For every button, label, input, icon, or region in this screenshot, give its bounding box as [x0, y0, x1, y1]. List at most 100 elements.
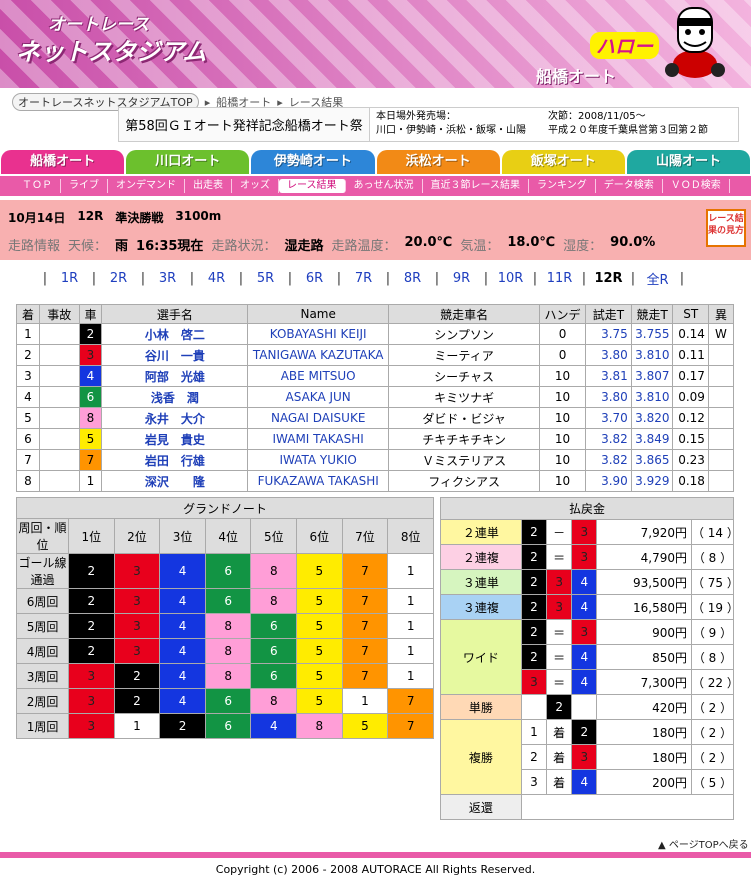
corner-label: 周回・順位: [15, 518, 70, 554]
rider-name[interactable]: 阿部 光雄: [101, 365, 249, 387]
start-timing: 0.12: [672, 407, 709, 429]
note: W: [707, 323, 735, 345]
finish-position: 7: [16, 449, 40, 471]
nav-separator: |: [385, 270, 391, 286]
race-link[interactable]: 3R: [150, 271, 185, 286]
race-link[interactable]: 9R: [444, 271, 479, 286]
subnav-item[interactable]: 出走表: [185, 179, 232, 193]
payout-amount: 7,300円: [596, 669, 692, 695]
race-link[interactable]: 7R: [346, 271, 381, 286]
venue-tab[interactable]: 山陽オート: [626, 150, 751, 174]
nav-separator: |: [91, 270, 97, 286]
car-cell: 7: [387, 688, 434, 714]
car-cell: 2: [520, 569, 548, 595]
nav-separator: |: [532, 270, 538, 286]
car-cell: 7: [341, 663, 389, 689]
subnav-item[interactable]: ランキング: [529, 179, 596, 193]
race-time: 3.810: [630, 344, 674, 366]
race-link[interactable]: 10R: [493, 271, 528, 286]
bike-name: キミツナギ: [388, 386, 541, 408]
column-header: 着: [16, 304, 40, 324]
car-cell: 2: [520, 519, 548, 545]
copyright: Copyright (c) 2006 - 2008 AUTORACE All R…: [215, 863, 536, 876]
payout-row-wide: ワイド 2 ＝ 3 900円 （ 9 ）: [440, 619, 735, 695]
race-time: 3.929: [630, 470, 674, 492]
condition-label: 走路温度：: [331, 239, 397, 254]
venue-tab[interactable]: 船橋オート: [1, 150, 125, 174]
nav-separator: |: [581, 270, 587, 286]
venue-tab[interactable]: 川口オート: [126, 150, 250, 174]
site-logo[interactable]: オートレース ネットスタジアム: [8, 6, 213, 66]
rider-name[interactable]: 小林 啓二: [101, 323, 249, 345]
rider-name[interactable]: 谷川 一貴: [101, 344, 249, 366]
condition-value: 90.0%: [610, 235, 656, 250]
car-cell: 4: [571, 769, 598, 795]
rider-name[interactable]: 岩田 行雄: [101, 449, 249, 471]
rider-name[interactable]: 深沢 隆: [101, 470, 249, 492]
position-header: 1位: [68, 518, 115, 554]
subnav-item[interactable]: オッズ: [232, 179, 279, 193]
car-cell: 3: [68, 688, 115, 714]
result-guide-button[interactable]: レース結果の見方: [706, 209, 746, 247]
race-time: 3.865: [630, 449, 674, 471]
rider-name[interactable]: 浅香 潤: [101, 386, 249, 408]
note: [707, 344, 735, 366]
finish-position: 3: [16, 365, 40, 387]
place-unit: 着: [546, 744, 573, 770]
race-link[interactable]: 1R: [52, 271, 87, 286]
race-link[interactable]: 6R: [297, 271, 332, 286]
venue-tab[interactable]: 伊勢崎オート: [251, 150, 375, 174]
start-timing: 0.14: [672, 323, 709, 345]
subnav-item[interactable]: データ検索: [596, 179, 663, 193]
venue-tab[interactable]: 浜松オート: [376, 150, 500, 174]
car-cell: 7: [341, 588, 389, 614]
race-link[interactable]: 4R: [199, 271, 234, 286]
trial-time: 3.90: [584, 470, 632, 492]
venue-tab[interactable]: 飯塚オート: [501, 150, 625, 174]
sub-navigation: ＴＯＰ ライブ オンデマンド 出走表 オッズ レース結果 あっせん状況 直近３節レース結果 ラン…: [0, 176, 751, 196]
lap-row: 5周回 2 3 4 8 6 5 7 1: [15, 613, 434, 639]
race-link[interactable]: 5R: [248, 271, 283, 286]
subnav-item[interactable]: 直近３節レース結果: [423, 179, 529, 193]
race-link[interactable]: 12R: [591, 271, 626, 286]
place-rank: 3: [520, 769, 548, 795]
car-cell: 8: [204, 638, 252, 664]
car-cell: 5: [296, 663, 343, 689]
nav-separator: |: [238, 270, 244, 286]
place-rank: 1: [520, 719, 548, 745]
subnav-item[interactable]: ＶＯＤ検索: [663, 179, 730, 193]
lap-label: 5周回: [15, 613, 70, 639]
race-link[interactable]: 2R: [101, 271, 136, 286]
accident: [38, 323, 80, 345]
subnav-item[interactable]: ライブ: [61, 179, 108, 193]
condition-label: 気温：: [460, 239, 500, 254]
accident: [38, 449, 80, 471]
column-header: 事故: [38, 304, 80, 324]
car-cell: 4: [78, 365, 103, 387]
rider-name-en: IWAMI TAKASHI: [247, 428, 390, 450]
rider-name-en: NAGAI DAISUKE: [247, 407, 390, 429]
race-link[interactable]: 8R: [395, 271, 430, 286]
rider-name[interactable]: 岩見 貴史: [101, 428, 249, 450]
race-number-nav: | 1R | 2R | 3R | 4R | 5R | 6R | 7R | 8R | 9R | 10R | 11R | 12R |…: [0, 268, 751, 288]
column-header: 競走車名: [388, 304, 541, 324]
car-cell: 2: [78, 323, 103, 345]
subnav-item[interactable]: レース結果: [279, 179, 346, 193]
subnav-item[interactable]: オンデマンド: [108, 179, 185, 193]
trial-time: 3.75: [584, 323, 632, 345]
car-cell: 6: [204, 688, 252, 714]
car-cell: 5: [78, 428, 103, 450]
car-cell: 1: [113, 713, 161, 739]
rider-name[interactable]: 永井 大介: [101, 407, 249, 429]
start-timing: 0.18: [672, 470, 709, 492]
subnav-item[interactable]: ＴＯＰ: [14, 179, 61, 193]
race-link[interactable]: 全R: [640, 269, 675, 288]
page-top-link[interactable]: ▲ ページTOPへ戻る: [658, 836, 749, 851]
race-link[interactable]: 11R: [542, 271, 577, 286]
start-timing: 0.23: [672, 449, 709, 471]
accident: [38, 407, 80, 429]
subnav-item[interactable]: あっせん状況: [346, 179, 423, 193]
nav-separator: |: [483, 270, 489, 286]
lap-label: 6周回: [15, 588, 70, 614]
payout-row-place: 複勝 1 着 2 180円 （ 2 ）: [440, 719, 735, 795]
